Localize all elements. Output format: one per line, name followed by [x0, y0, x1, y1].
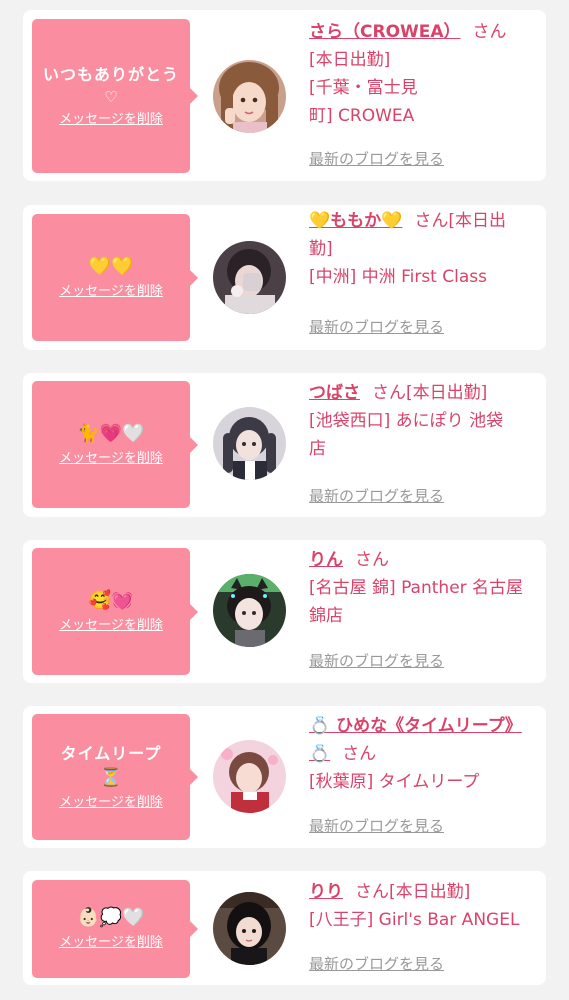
girl-photo-cat-ears-icon [213, 574, 286, 647]
shop-details: [名古屋 錦] Panther 名古屋 錦店 [309, 578, 524, 626]
list-item: 🥰💓 メッセージを削除 りん さん [名古屋 錦] Panther 名古屋 錦店 … [23, 540, 546, 683]
latest-blog-link[interactable]: 最新のブログを見る [309, 485, 444, 506]
latest-blog-link[interactable]: 最新のブログを見る [309, 953, 444, 974]
shop-details: [秋葉原] タイムリープ [309, 772, 480, 792]
avatar[interactable] [213, 892, 286, 965]
shop-info: 💍 ひめな《タイムリープ》💍 さん [秋葉原] タイムリープ [309, 712, 539, 796]
honorific: さん [355, 882, 389, 902]
honorific: さん [472, 22, 507, 42]
cast-name-link[interactable]: 💍 ひめな《タイムリープ》💍 [309, 716, 522, 764]
cast-name-link[interactable]: りん [309, 550, 343, 570]
girl-photo-dark-icon [213, 241, 286, 314]
message-text: 🥰💓 [88, 589, 134, 611]
girl-photo-twintail-icon [213, 407, 286, 480]
latest-blog-link[interactable]: 最新のブログを見る [309, 316, 444, 337]
girl-photo-pink-icon [213, 740, 286, 813]
delete-message-link[interactable]: メッセージを削除 [59, 617, 163, 635]
cast-name-link[interactable]: りり [309, 882, 343, 902]
cast-name-link[interactable]: さら（CROWEA） [309, 22, 461, 42]
message-text: 💛💛 [88, 255, 134, 277]
message-text: タイムリープ [60, 744, 162, 763]
list-item: タイムリープ ⏳ メッセージを削除 💍 ひめな《タイムリープ》💍 さん [秋葉原]… [23, 706, 546, 848]
avatar[interactable] [213, 241, 286, 314]
latest-blog-link[interactable]: 最新のブログを見る [309, 815, 444, 836]
message-text: いつもありがとう [42, 65, 179, 84]
list-item: 🐈💗🤍 メッセージを削除 つばさ さん[本日出勤] [池袋西口] あにぽり 池袋 … [23, 373, 546, 517]
latest-blog-link[interactable]: 最新のブログを見る [309, 148, 444, 169]
message-bubble: タイムリープ ⏳ メッセージを削除 [32, 714, 198, 840]
delete-message-link[interactable]: メッセージを削除 [59, 283, 163, 301]
heart-outline-icon: ♡ [104, 88, 118, 106]
honorific: さん [355, 550, 389, 570]
message-bubble: 💛💛 メッセージを削除 [32, 214, 198, 341]
message-bubble: 🥰💓 メッセージを削除 [32, 548, 198, 675]
delete-message-link[interactable]: メッセージを削除 [59, 794, 163, 812]
shop-info: りん さん [名古屋 錦] Panther 名古屋 錦店 [309, 546, 539, 630]
message-bubble: いつもありがとう ♡ メッセージを削除 [32, 19, 198, 173]
list-item: 💛💛 メッセージを削除 💛ももか💛 さん[本日出 勤] [中洲] 中洲 First… [23, 205, 546, 350]
delete-message-link[interactable]: メッセージを削除 [59, 934, 163, 952]
honorific: さん [372, 383, 406, 403]
honorific: さん [414, 211, 449, 231]
latest-blog-link[interactable]: 最新のブログを見る [309, 650, 444, 671]
list-item: いつもありがとう ♡ メッセージを削除 さら（CROWEA） さん [本日出勤] … [23, 10, 546, 181]
shop-details: [本日出勤] [千葉・富士見 町] CROWEA [309, 50, 418, 126]
cast-name-link[interactable]: つばさ [309, 383, 360, 403]
shop-info: さら（CROWEA） さん [本日出勤] [千葉・富士見 町] CROWEA [309, 18, 539, 130]
girl-photo-peace-icon [213, 60, 286, 133]
girl-photo-black-hair-icon [213, 892, 286, 965]
shop-info: 💛ももか💛 さん[本日出 勤] [中洲] 中洲 First Class [309, 207, 539, 291]
hourglass-icon: ⏳ [99, 767, 123, 788]
list-item: 👶🏻💭🤍 メッセージを削除 りり さん[本日出勤] [八王子] Girl's Ba… [23, 871, 546, 985]
message-bubble: 👶🏻💭🤍 メッセージを削除 [32, 880, 198, 978]
message-list: いつもありがとう ♡ メッセージを削除 さら（CROWEA） さん [本日出勤] … [0, 0, 569, 1000]
cast-name-link[interactable]: 💛ももか💛 [309, 211, 402, 231]
avatar[interactable] [213, 740, 286, 813]
avatar[interactable] [213, 407, 286, 480]
message-text: 🐈💗🤍 [77, 422, 145, 444]
delete-message-link[interactable]: メッセージを削除 [59, 450, 163, 468]
shop-info: つばさ さん[本日出勤] [池袋西口] あにぽり 池袋 店 [309, 379, 539, 463]
shop-info: りり さん[本日出勤] [八王子] Girl's Bar ANGEL [309, 878, 539, 934]
avatar[interactable] [213, 60, 286, 133]
message-bubble: 🐈💗🤍 メッセージを削除 [32, 381, 198, 508]
message-text: 👶🏻💭🤍 [77, 907, 145, 928]
avatar[interactable] [213, 574, 286, 647]
honorific: さん [342, 744, 377, 764]
delete-message-link[interactable]: メッセージを削除 [59, 111, 163, 129]
